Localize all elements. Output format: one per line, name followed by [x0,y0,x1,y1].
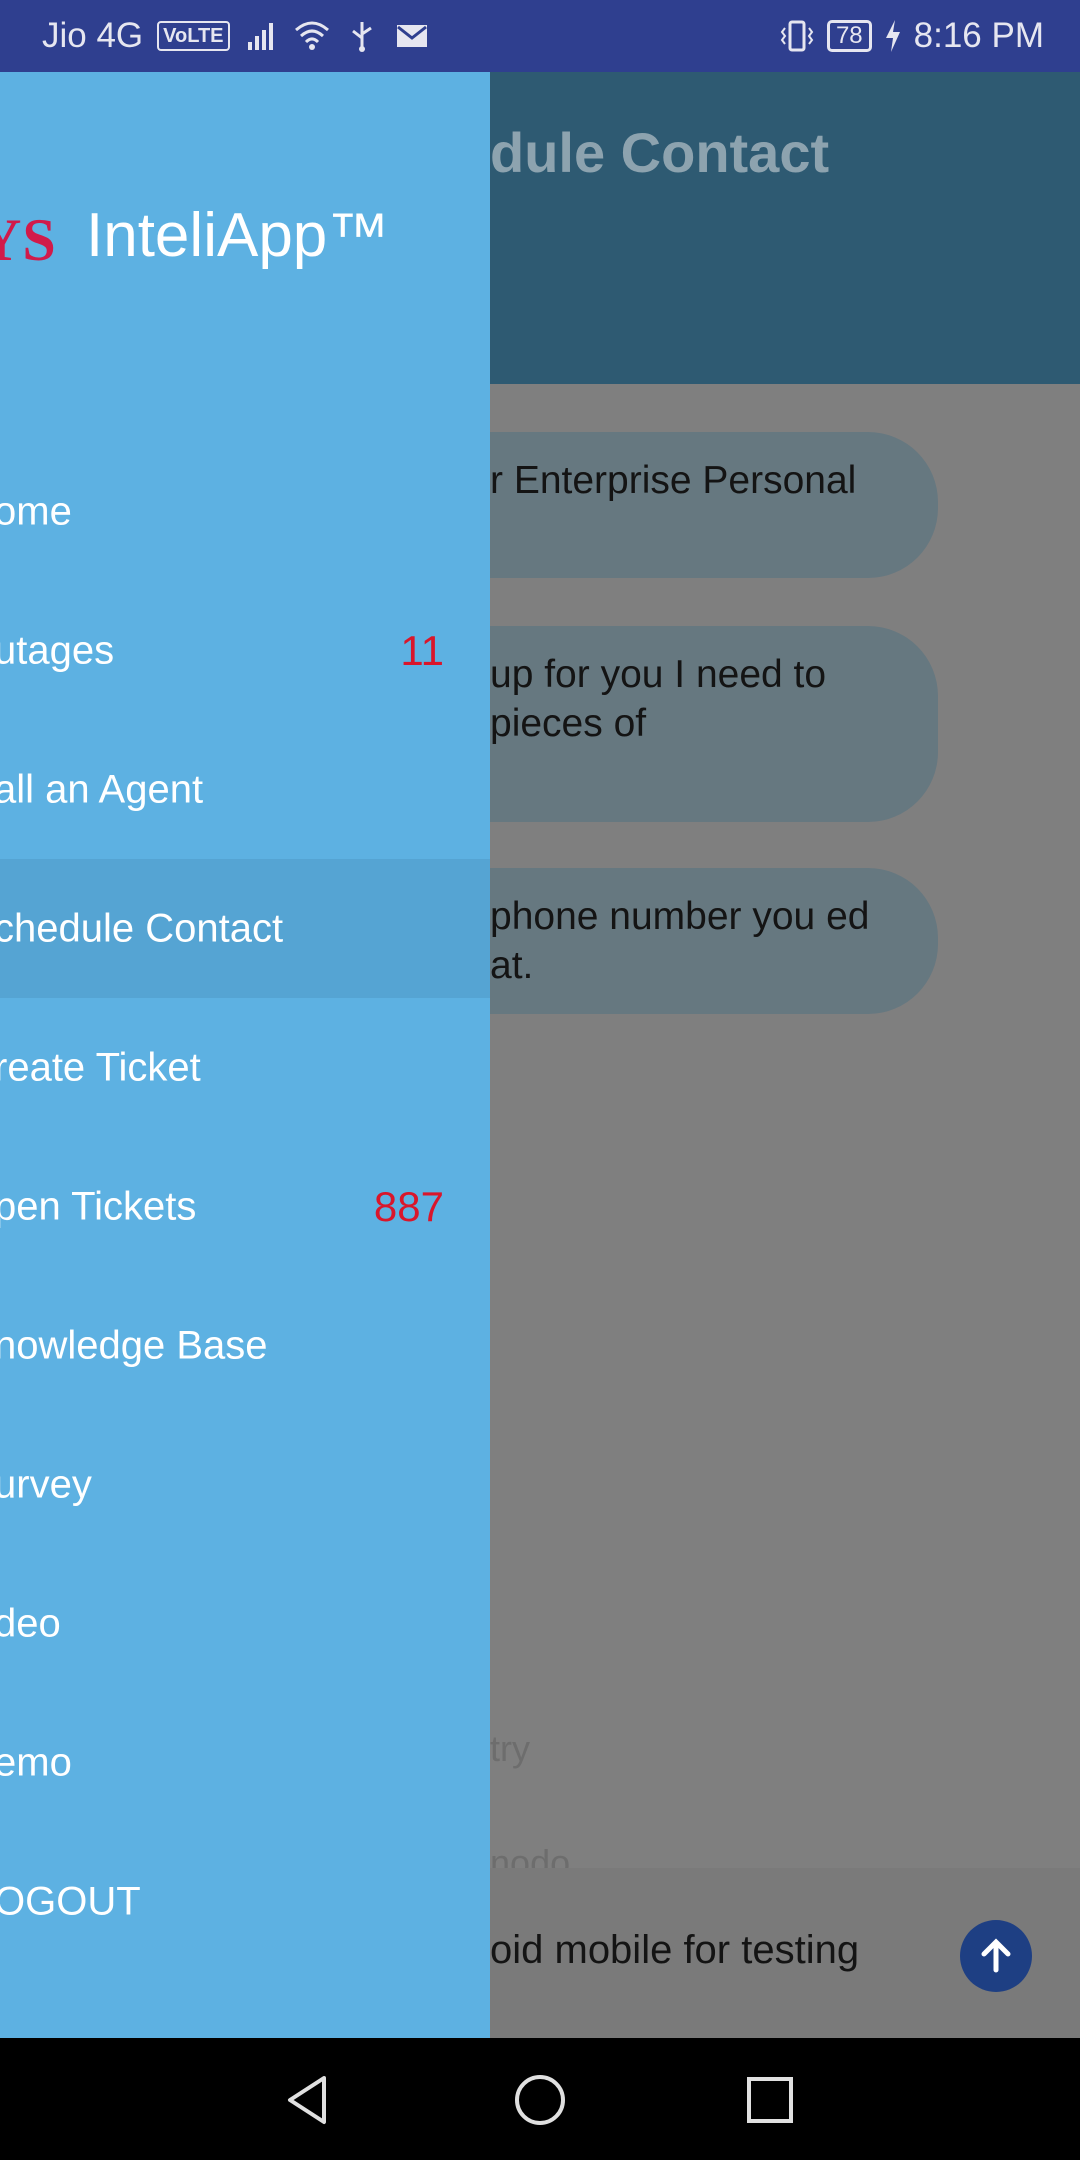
home-button[interactable] [500,2060,580,2140]
signal-icon [247,23,273,50]
arrow-up-icon [981,1938,1011,1973]
menu-item-outages[interactable]: utages 11 [0,581,490,720]
menu-item-label: chedule Contact [0,906,284,950]
menu-item-label: pen Tickets [0,1184,197,1228]
menu-item-label: urvey [0,1462,92,1506]
menu-item-label: ome [0,489,72,533]
menu-item-video[interactable]: deo [0,1554,490,1693]
menu-item-demo[interactable]: emo [0,1693,490,1832]
status-bar: Jio 4G VoLTE 78 8:16 PM [0,0,1080,72]
menu-item-home[interactable]: ome [0,442,490,581]
menu-item-open-tickets[interactable]: pen Tickets 887 [0,1137,490,1276]
menu-item-knowledge-base[interactable]: nowledge Base [0,1276,490,1415]
brand-logo: YS [0,207,57,273]
back-triangle-icon [288,2076,326,2124]
count-badge: 11 [400,626,444,674]
menu-item-label: all an Agent [0,767,204,811]
menu-item-label: deo [0,1601,61,1645]
message-input[interactable]: oid mobile for testing [490,1928,859,1973]
page-title: dule Contact [490,121,830,184]
system-nav-bar [0,2038,1080,2160]
recents-button[interactable] [730,2060,810,2140]
volte-icon: VoLTE [157,21,230,51]
home-circle-icon [515,2075,565,2125]
back-button[interactable] [268,2060,348,2140]
count-badge: 887 [373,1182,444,1230]
clock: 8:16 PM [913,16,1044,55]
mail-icon [396,25,427,47]
wifi-icon [294,21,329,50]
recents-square-icon [747,2077,793,2123]
status-right: 78 8:16 PM [779,16,1044,56]
menu-item-schedule-contact[interactable]: chedule Contact [0,859,490,998]
menu-item-label: emo [0,1740,72,1784]
battery-icon: 78 [826,20,872,52]
menu-item-label: utages [0,628,115,672]
menu-item-logout[interactable]: OGOUT [0,1832,490,1971]
menu-item-call-agent[interactable]: all an Agent [0,720,490,859]
menu-item-label: OGOUT [0,1879,141,1923]
app-name: InteliApp™ [86,201,390,270]
navigation-drawer: YS InteliApp™ ome utages 11 all an Agent… [0,72,490,2038]
carrier-label: Jio 4G [42,16,144,55]
status-left: Jio 4G VoLTE [42,16,430,56]
usb-icon [351,22,372,52]
menu-item-label: reate Ticket [0,1045,201,1089]
menu-item-survey[interactable]: urvey [0,1415,490,1554]
menu-item-label: nowledge Base [0,1323,268,1367]
vibrate-icon [780,20,814,52]
charging-icon [885,20,900,52]
drawer-header: YS InteliApp™ [0,192,490,282]
send-button[interactable] [960,1920,1032,1992]
menu-item-create-ticket[interactable]: reate Ticket [0,998,490,1137]
